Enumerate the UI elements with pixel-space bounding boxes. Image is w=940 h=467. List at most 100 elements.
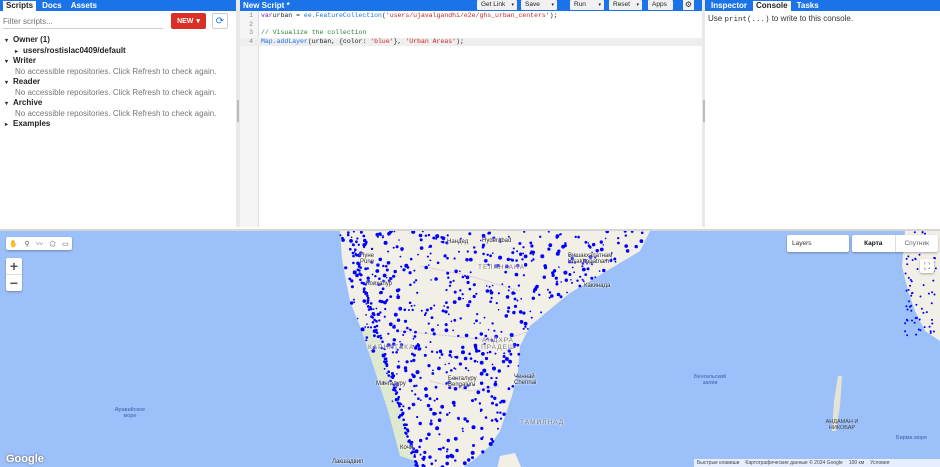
tree-item[interactable]: ▸ Examples: [5, 119, 236, 130]
urban-area-point: [445, 371, 448, 374]
urban-area-point: [357, 243, 360, 246]
urban-area-point: [595, 249, 599, 253]
urban-area-point: [464, 333, 469, 338]
code-line[interactable]: 1 varurban = ee.FeatureCollection('users/…: [240, 12, 702, 21]
get-link-button[interactable]: Get Link ▾: [477, 0, 517, 10]
line-tool-icon[interactable]: 〰: [36, 239, 43, 249]
tree-item[interactable]: ▾ Writer: [5, 56, 236, 67]
urban-area-point: [364, 292, 367, 296]
expand-down-icon[interactable]: ▾: [5, 78, 13, 89]
fullscreen-button[interactable]: ⛶: [920, 259, 934, 273]
editor-toolbar: New Script * Get Link ▾ Save ▾ Run ▾ Reset ▾…: [240, 0, 702, 11]
refresh-button[interactable]: ⟳: [212, 13, 228, 29]
rectangle-tool-icon[interactable]: ▭: [62, 240, 69, 248]
caret-down-icon: ▾: [511, 2, 514, 8]
urban-area-point: [507, 289, 510, 292]
urban-area-point: [914, 317, 917, 320]
urban-area-point: [465, 258, 469, 262]
urban-area-point: [488, 285, 491, 288]
reset-button[interactable]: Reset ▾: [609, 0, 642, 10]
urban-area-point: [401, 249, 403, 252]
hand-icon[interactable]: ✋: [9, 240, 18, 248]
tab-assets[interactable]: Assets: [68, 1, 100, 11]
keyboard-shortcuts-link[interactable]: Быстрые клавиши: [697, 459, 739, 467]
urban-area-point: [450, 356, 453, 358]
urban-area-point: [430, 462, 434, 466]
filter-scripts-input[interactable]: [3, 14, 163, 29]
urban-area-point: [929, 330, 932, 333]
layers-control[interactable]: Layers: [787, 235, 849, 252]
terms-link[interactable]: Условия: [870, 459, 889, 467]
code-line[interactable]: 4 Map.addLayer(urban, {color: 'blue'}, 'U…: [240, 37, 702, 46]
urban-area-point: [434, 459, 437, 462]
urban-area-point: [457, 296, 462, 301]
urban-area-point: [507, 306, 511, 310]
code-area[interactable]: 1 varurban = ee.FeatureCollection('users/…: [240, 11, 702, 227]
tree-item[interactable]: ▾ Archive: [5, 98, 236, 109]
tree-item[interactable]: ▸ users/rostislac0409/default: [5, 46, 236, 57]
urban-area-point: [517, 284, 521, 287]
urban-area-point: [602, 268, 606, 273]
urban-area-point: [548, 296, 551, 299]
urban-area-point: [429, 422, 433, 426]
expand-right-icon[interactable]: ▸: [5, 120, 13, 131]
urban-area-point: [399, 340, 401, 343]
urban-area-point: [491, 401, 494, 405]
zoom-in-button[interactable]: +: [6, 258, 22, 274]
code-line[interactable]: 2: [240, 21, 702, 30]
urban-area-point: [911, 259, 914, 261]
polygon-tool-icon[interactable]: ⬠: [50, 240, 56, 248]
urban-area-point: [500, 399, 504, 403]
tab-docs[interactable]: Docs: [39, 1, 65, 11]
expand-down-icon[interactable]: ▾: [5, 57, 13, 68]
tree-item[interactable]: ▾ Reader: [5, 77, 236, 88]
urban-area-point: [578, 284, 582, 288]
tab-scripts[interactable]: Scripts: [3, 1, 37, 11]
tree-item[interactable]: ▾ Owner (1): [5, 35, 236, 46]
urban-area-point: [387, 332, 390, 335]
expand-down-icon[interactable]: ▾: [5, 99, 13, 110]
urban-area-point: [423, 450, 427, 454]
code-line[interactable]: 3 // Visualize the collection: [240, 29, 702, 38]
urban-area-point: [470, 450, 475, 455]
script-title[interactable]: New Script *: [243, 0, 290, 11]
apps-button[interactable]: Apps: [648, 0, 673, 10]
run-button[interactable]: Run ▾: [570, 0, 604, 10]
urban-area-point: [369, 305, 372, 309]
tab-tasks[interactable]: Tasks: [794, 1, 822, 11]
urban-area-point: [568, 273, 572, 276]
zoom-out-button[interactable]: −: [6, 275, 22, 291]
urban-area-point: [395, 245, 399, 249]
urban-area-point: [416, 291, 419, 294]
urban-area-point: [466, 303, 470, 308]
urban-area-point: [928, 325, 931, 328]
expand-down-icon[interactable]: ▾: [5, 36, 13, 47]
urban-area-point: [473, 246, 476, 249]
urban-area-point: [376, 312, 380, 317]
tab-inspector[interactable]: Inspector: [708, 1, 750, 11]
urban-area-point: [450, 320, 453, 323]
urban-area-point: [400, 408, 403, 412]
point-marker-icon[interactable]: ⚲: [24, 240, 29, 248]
urban-area-point: [639, 239, 644, 243]
urban-area-point: [348, 277, 352, 281]
map-type-satellite-button[interactable]: Спутник: [896, 235, 939, 252]
console-code: print(...): [724, 16, 770, 24]
urban-area-point: [450, 369, 453, 372]
urban-area-point: [392, 274, 396, 278]
new-button[interactable]: NEW ▾: [171, 13, 206, 29]
urban-area-point: [447, 313, 450, 316]
scale-bar[interactable]: 100 км: [849, 459, 864, 467]
tab-console[interactable]: Console: [753, 1, 791, 11]
map-label-lakshadweep: Лакшадвип: [332, 459, 364, 465]
save-button[interactable]: Save ▾: [521, 0, 557, 10]
urban-area-point: [346, 233, 350, 237]
map-canvas[interactable]: Пуне Pune Нандед Hyderabad ТЕЛАНГАНА Виша…: [0, 229, 940, 467]
gear-icon: ⚙: [684, 0, 693, 9]
urban-area-point: [393, 312, 398, 317]
urban-area-point: [390, 372, 394, 375]
urban-area-point: [560, 281, 562, 283]
map-type-map-button[interactable]: Карта: [852, 235, 896, 252]
settings-button[interactable]: ⚙: [683, 0, 694, 10]
urban-area-point: [392, 246, 395, 249]
